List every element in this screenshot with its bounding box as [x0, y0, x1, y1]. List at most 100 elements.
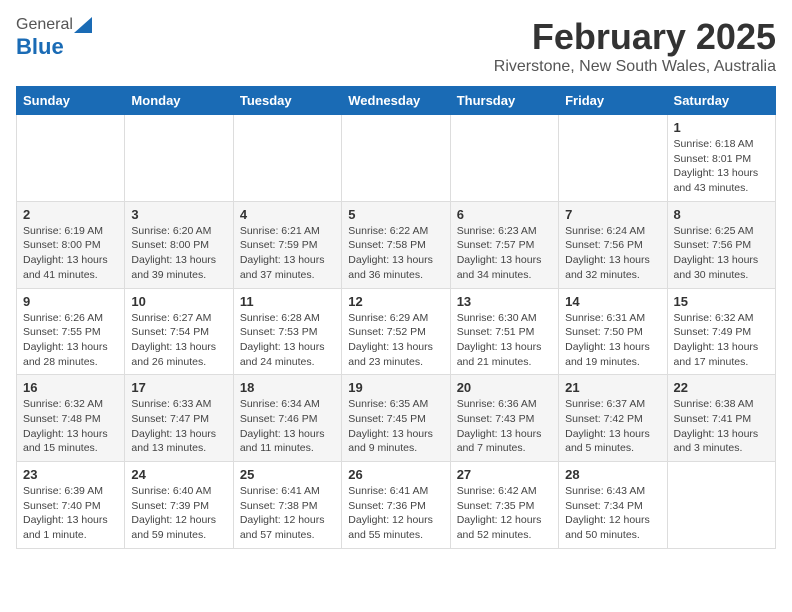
calendar-cell: 27Sunrise: 6:42 AM Sunset: 7:35 PM Dayli… — [450, 462, 558, 549]
day-info: Sunrise: 6:34 AM Sunset: 7:46 PM Dayligh… — [240, 397, 335, 456]
calendar-cell: 8 Sunrise: 6:25 AM Sunset: 7:56 PM Daylig… — [667, 201, 775, 288]
calendar-cell: 26 Sunrise: 6:41 AM Sunset: 7:36 PM Dayli… — [342, 462, 450, 549]
calendar-cell: 16Sunrise: 6:32 AM Sunset: 7:48 PM Dayli… — [17, 375, 125, 462]
day-info: Sunrise: 6:26 AM Sunset: 7:55 PM Dayligh… — [23, 311, 118, 370]
day-number: 7 — [565, 207, 660, 222]
calendar-cell: 19 Sunrise: 6:35 AM Sunset: 7:45 PM Dayli… — [342, 375, 450, 462]
calendar-cell: 11Sunrise: 6:28 AM Sunset: 7:53 PM Dayli… — [233, 288, 341, 375]
day-number: 20 — [457, 380, 552, 395]
day-number: 14 — [565, 294, 660, 309]
day-info: Sunrise: 6:21 AM Sunset: 7:59 PM Dayligh… — [240, 224, 335, 283]
calendar-cell: 10 Sunrise: 6:27 AM Sunset: 7:54 PM Dayli… — [125, 288, 233, 375]
day-number: 8 — [674, 207, 769, 222]
calendar-cell: 23 Sunrise: 6:39 AM Sunset: 7:40 PM Dayli… — [17, 462, 125, 549]
calendar-week-row: 23 Sunrise: 6:39 AM Sunset: 7:40 PM Dayli… — [17, 462, 776, 549]
calendar-cell: 3 Sunrise: 6:20 AM Sunset: 8:00 PM Daylig… — [125, 201, 233, 288]
day-info: Sunrise: 6:18 AM Sunset: 8:01 PM Dayligh… — [674, 137, 769, 196]
day-info: Sunrise: 6:27 AM Sunset: 7:54 PM Dayligh… — [131, 311, 226, 370]
day-number: 1 — [674, 120, 769, 135]
day-number: 10 — [131, 294, 226, 309]
day-info: Sunrise: 6:25 AM Sunset: 7:56 PM Dayligh… — [674, 224, 769, 283]
calendar-header-monday: Monday — [125, 87, 233, 115]
day-info: Sunrise: 6:22 AM Sunset: 7:58 PM Dayligh… — [348, 224, 443, 283]
day-number: 3 — [131, 207, 226, 222]
calendar-cell — [559, 115, 667, 202]
day-number: 28 — [565, 467, 660, 482]
calendar-cell: 15 Sunrise: 6:32 AM Sunset: 7:49 PM Dayli… — [667, 288, 775, 375]
calendar-cell: 4 Sunrise: 6:21 AM Sunset: 7:59 PM Daylig… — [233, 201, 341, 288]
day-number: 4 — [240, 207, 335, 222]
day-number: 23 — [23, 467, 118, 482]
day-number: 18 — [240, 380, 335, 395]
day-info: Sunrise: 6:19 AM Sunset: 8:00 PM Dayligh… — [23, 224, 118, 283]
day-info: Sunrise: 6:43 AM Sunset: 7:34 PM Dayligh… — [565, 484, 660, 543]
calendar-header-thursday: Thursday — [450, 87, 558, 115]
calendar-cell — [667, 462, 775, 549]
day-number: 17 — [131, 380, 226, 395]
calendar-cell: 21Sunrise: 6:37 AM Sunset: 7:42 PM Dayli… — [559, 375, 667, 462]
title-section: February 2025 Riverstone, New South Wale… — [494, 16, 776, 76]
calendar-cell: 5 Sunrise: 6:22 AM Sunset: 7:58 PM Daylig… — [342, 201, 450, 288]
day-info: Sunrise: 6:23 AM Sunset: 7:57 PM Dayligh… — [457, 224, 552, 283]
calendar-cell — [450, 115, 558, 202]
calendar-cell: 14 Sunrise: 6:31 AM Sunset: 7:50 PM Dayli… — [559, 288, 667, 375]
day-number: 22 — [674, 380, 769, 395]
calendar-cell: 13 Sunrise: 6:30 AM Sunset: 7:51 PM Dayli… — [450, 288, 558, 375]
calendar-cell: 20 Sunrise: 6:36 AM Sunset: 7:43 PM Dayli… — [450, 375, 558, 462]
calendar-cell — [233, 115, 341, 202]
page-header: General Blue February 2025 Riverstone, N… — [16, 16, 776, 76]
calendar-header-wednesday: Wednesday — [342, 87, 450, 115]
day-info: Sunrise: 6:39 AM Sunset: 7:40 PM Dayligh… — [23, 484, 118, 543]
calendar-header-row: SundayMondayTuesdayWednesdayThursdayFrid… — [17, 87, 776, 115]
calendar-cell — [17, 115, 125, 202]
calendar-week-row: 9 Sunrise: 6:26 AM Sunset: 7:55 PM Daylig… — [17, 288, 776, 375]
calendar-week-row: 2 Sunrise: 6:19 AM Sunset: 8:00 PM Daylig… — [17, 201, 776, 288]
day-number: 5 — [348, 207, 443, 222]
day-info: Sunrise: 6:41 AM Sunset: 7:38 PM Dayligh… — [240, 484, 335, 543]
location-subtitle: Riverstone, New South Wales, Australia — [494, 58, 776, 76]
logo-triangle-icon — [74, 17, 92, 33]
day-number: 2 — [23, 207, 118, 222]
month-title: February 2025 — [494, 16, 776, 58]
day-info: Sunrise: 6:33 AM Sunset: 7:47 PM Dayligh… — [131, 397, 226, 456]
day-info: Sunrise: 6:32 AM Sunset: 7:49 PM Dayligh… — [674, 311, 769, 370]
calendar-cell — [125, 115, 233, 202]
day-info: Sunrise: 6:35 AM Sunset: 7:45 PM Dayligh… — [348, 397, 443, 456]
calendar-cell: 6 Sunrise: 6:23 AM Sunset: 7:57 PM Daylig… — [450, 201, 558, 288]
calendar-cell: 9 Sunrise: 6:26 AM Sunset: 7:55 PM Daylig… — [17, 288, 125, 375]
calendar-cell: 17 Sunrise: 6:33 AM Sunset: 7:47 PM Dayli… — [125, 375, 233, 462]
logo-general-text: General — [16, 16, 73, 34]
day-info: Sunrise: 6:38 AM Sunset: 7:41 PM Dayligh… — [674, 397, 769, 456]
day-number: 26 — [348, 467, 443, 482]
logo: General Blue — [16, 16, 92, 60]
day-info: Sunrise: 6:20 AM Sunset: 8:00 PM Dayligh… — [131, 224, 226, 283]
day-info: Sunrise: 6:31 AM Sunset: 7:50 PM Dayligh… — [565, 311, 660, 370]
calendar-cell: 22 Sunrise: 6:38 AM Sunset: 7:41 PM Dayli… — [667, 375, 775, 462]
day-info: Sunrise: 6:41 AM Sunset: 7:36 PM Dayligh… — [348, 484, 443, 543]
day-number: 13 — [457, 294, 552, 309]
calendar-cell: 24Sunrise: 6:40 AM Sunset: 7:39 PM Dayli… — [125, 462, 233, 549]
day-info: Sunrise: 6:30 AM Sunset: 7:51 PM Dayligh… — [457, 311, 552, 370]
calendar-cell: 7 Sunrise: 6:24 AM Sunset: 7:56 PM Daylig… — [559, 201, 667, 288]
calendar-cell — [342, 115, 450, 202]
day-number: 6 — [457, 207, 552, 222]
logo-blue-text: Blue — [16, 34, 64, 60]
day-number: 11 — [240, 294, 335, 309]
calendar-header-saturday: Saturday — [667, 87, 775, 115]
calendar-cell: 25 Sunrise: 6:41 AM Sunset: 7:38 PM Dayli… — [233, 462, 341, 549]
day-number: 19 — [348, 380, 443, 395]
day-number: 15 — [674, 294, 769, 309]
day-number: 9 — [23, 294, 118, 309]
calendar-table: SundayMondayTuesdayWednesdayThursdayFrid… — [16, 86, 776, 549]
calendar-cell: 18 Sunrise: 6:34 AM Sunset: 7:46 PM Dayli… — [233, 375, 341, 462]
calendar-header-friday: Friday — [559, 87, 667, 115]
day-number: 25 — [240, 467, 335, 482]
calendar-cell: 2 Sunrise: 6:19 AM Sunset: 8:00 PM Daylig… — [17, 201, 125, 288]
day-info: Sunrise: 6:24 AM Sunset: 7:56 PM Dayligh… — [565, 224, 660, 283]
calendar-week-row: 16Sunrise: 6:32 AM Sunset: 7:48 PM Dayli… — [17, 375, 776, 462]
calendar-cell: 28 Sunrise: 6:43 AM Sunset: 7:34 PM Dayli… — [559, 462, 667, 549]
day-info: Sunrise: 6:36 AM Sunset: 7:43 PM Dayligh… — [457, 397, 552, 456]
calendar-header-tuesday: Tuesday — [233, 87, 341, 115]
day-number: 24 — [131, 467, 226, 482]
day-info: Sunrise: 6:42 AM Sunset: 7:35 PM Dayligh… — [457, 484, 552, 543]
